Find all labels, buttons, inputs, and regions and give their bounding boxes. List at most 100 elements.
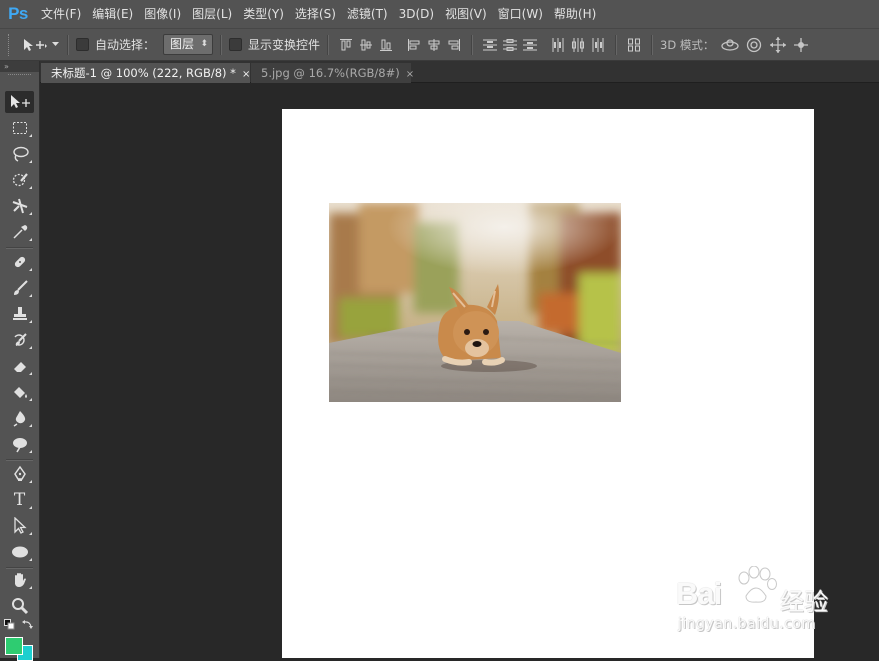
menu-file[interactable]: 文件(F)	[36, 0, 86, 28]
blur-tool[interactable]	[5, 407, 34, 429]
move-tool[interactable]	[5, 91, 34, 113]
align-horizontal-centers-icon[interactable]	[424, 34, 444, 56]
distribute-vertical-centers-icon[interactable]	[500, 34, 520, 56]
menu-filter[interactable]: 滤镜(T)	[342, 0, 393, 28]
distribute-left-edges-icon[interactable]	[548, 34, 568, 56]
menu-window[interactable]: 窗口(W)	[493, 0, 548, 28]
foreground-color-swatch[interactable]	[5, 637, 23, 655]
move-icon	[10, 95, 30, 108]
menu-view[interactable]: 视图(V)	[440, 0, 492, 28]
lasso-icon	[12, 146, 29, 162]
brush-tool[interactable]	[5, 277, 34, 299]
default-colors-button[interactable]	[2, 617, 16, 631]
menu-edit[interactable]: 编辑(E)	[87, 0, 138, 28]
brush-icon	[13, 280, 28, 295]
menu-image[interactable]: 图像(I)	[139, 0, 186, 28]
auto-select-target-value: 图层	[170, 37, 195, 51]
separator	[6, 247, 33, 249]
swap-colors-button[interactable]	[20, 617, 34, 631]
tab-untitled-1[interactable]: 未标题-1 @ 100% (222, RGB/8) * ×	[41, 63, 250, 83]
align-right-edges-icon[interactable]	[444, 34, 464, 56]
watermark-brand: Bai	[676, 576, 722, 611]
options-bar-grip[interactable]	[8, 33, 12, 56]
align-vertical-centers-icon[interactable]	[356, 34, 376, 56]
show-transform-controls-checkbox[interactable]	[229, 38, 243, 51]
zoom-tool[interactable]	[5, 595, 34, 617]
eraser-tool[interactable]	[5, 355, 34, 377]
tab-5-jpg[interactable]: 5.jpg @ 16.7%(RGB/8#) ×	[251, 63, 414, 83]
pen-icon	[13, 465, 26, 481]
3d-rotate-icon[interactable]	[718, 34, 742, 56]
dog-photo-layer[interactable]	[329, 203, 621, 402]
ellipse-icon	[11, 546, 28, 558]
clone-stamp-tool[interactable]	[5, 303, 34, 325]
tab-title: 未标题-1 @ 100% (222, RGB/8) *	[51, 66, 236, 80]
ellipse-tool[interactable]	[5, 541, 34, 563]
chevron-down-icon[interactable]	[50, 34, 60, 56]
baidu-jingyan-watermark: Bai 经验 jingyan.baidu.com	[672, 566, 842, 640]
distribute-top-edges-icon[interactable]	[480, 34, 500, 56]
type-icon: T	[13, 490, 26, 510]
paw-logo-icon	[738, 566, 777, 603]
crop-tool[interactable]	[5, 195, 34, 217]
3d-roll-icon[interactable]	[742, 34, 766, 56]
healing-brush-tool[interactable]	[5, 251, 34, 273]
magnifier-icon	[11, 598, 28, 615]
show-transform-controls-label: 显示变换控件	[248, 38, 321, 52]
distribute-bottom-edges-icon[interactable]	[520, 34, 540, 56]
path-selection-tool[interactable]	[5, 515, 34, 537]
auto-select-checkbox[interactable]	[76, 38, 89, 51]
close-icon[interactable]: ×	[242, 69, 250, 80]
swap-arrow-icon	[21, 619, 33, 629]
bandage-icon	[14, 256, 25, 268]
type-tool[interactable]: T	[5, 489, 34, 511]
3d-mode-label: 3D 模式：	[660, 37, 715, 52]
auto-align-layers-icon[interactable]	[624, 34, 644, 56]
eyedropper-icon	[12, 225, 27, 239]
3d-slide-icon[interactable]	[790, 34, 812, 56]
move-tool-preset-icon[interactable]	[20, 34, 50, 56]
document-tab-bar: 未标题-1 @ 100% (222, RGB/8) * × 5.jpg @ 16.…	[0, 61, 879, 83]
menu-select[interactable]: 选择(S)	[290, 0, 341, 28]
distribute-right-edges-icon[interactable]	[588, 34, 608, 56]
dodge-tool[interactable]	[5, 433, 34, 455]
menu-bar: Ps 文件(F) 编辑(E) 图像(I) 图层(L) 类型(Y) 选择(S) 滤…	[0, 0, 879, 28]
history-brush-tool[interactable]	[5, 329, 34, 351]
dodge-icon	[12, 438, 27, 453]
separator	[6, 459, 33, 461]
separator	[651, 34, 654, 55]
3d-drag-icon[interactable]	[766, 34, 790, 56]
distribute-horizontal-centers-icon[interactable]	[568, 34, 588, 56]
marquee-tool[interactable]	[5, 117, 34, 139]
path-selection-arrow-icon	[13, 517, 27, 534]
menu-3d[interactable]: 3D(D)	[394, 0, 439, 28]
align-top-edges-icon[interactable]	[336, 34, 356, 56]
eyedropper-tool[interactable]	[5, 221, 34, 243]
default-colors-icon	[3, 618, 14, 629]
quick-selection-icon	[12, 173, 28, 187]
auto-select-target-dropdown[interactable]: 图层 ⬍	[163, 34, 214, 55]
lasso-tool[interactable]	[5, 143, 34, 165]
menu-help[interactable]: 帮助(H)	[549, 0, 601, 28]
paint-bucket-icon	[13, 387, 27, 398]
pen-tool[interactable]	[5, 463, 34, 485]
quick-selection-tool[interactable]	[5, 169, 34, 191]
menu-type[interactable]: 类型(Y)	[238, 0, 289, 28]
tools-panel-collapse-icon[interactable]: »	[0, 61, 39, 72]
separator	[471, 34, 474, 55]
tools-panel-grip[interactable]	[8, 74, 31, 81]
watermark-url: jingyan.baidu.com	[678, 616, 816, 632]
hand-icon	[14, 573, 26, 587]
align-bottom-edges-icon[interactable]	[376, 34, 396, 56]
separator	[220, 34, 223, 55]
dropdown-arrows-icon: ⬍	[200, 39, 209, 49]
align-left-edges-icon[interactable]	[404, 34, 424, 56]
options-bar: 自动选择： 图层 ⬍ 显示变换控件 3D 模式：	[0, 28, 879, 61]
close-icon[interactable]: ×	[406, 69, 414, 80]
paint-bucket-tool[interactable]	[5, 381, 34, 403]
hand-tool[interactable]	[5, 569, 34, 591]
blur-drop-icon	[13, 411, 25, 427]
menu-layer[interactable]: 图层(L)	[187, 0, 237, 28]
crop-icon	[12, 198, 27, 214]
separator	[327, 34, 330, 55]
